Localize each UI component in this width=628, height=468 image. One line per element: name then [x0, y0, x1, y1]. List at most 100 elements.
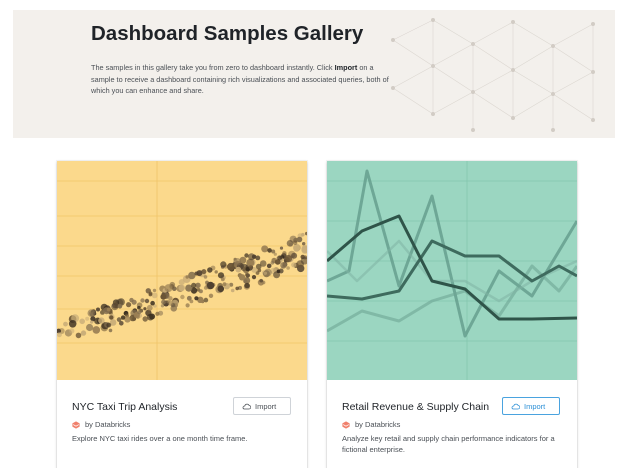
scatter-dot [261, 245, 269, 253]
scatter-dot [267, 248, 272, 253]
scatter-dot [75, 332, 82, 339]
scatter-dot [137, 310, 142, 315]
scatter-dot [203, 275, 208, 279]
scatter-dot [194, 296, 199, 301]
card-author: by Databricks [72, 420, 130, 429]
scatter-dot [257, 268, 262, 273]
scatter-dot [220, 265, 225, 269]
scatter-dot [263, 271, 267, 275]
scatter-dot [111, 303, 119, 311]
scatter-dot [208, 293, 214, 298]
scatter-dot [158, 310, 164, 316]
author-label: by Databricks [85, 420, 131, 429]
scatter-dot [137, 305, 141, 310]
scatter-dot [235, 266, 242, 273]
scatter-dot [302, 242, 306, 246]
scatter-dot [214, 270, 218, 274]
scatter-dot [206, 281, 215, 290]
scatter-dot [293, 245, 300, 252]
import-button[interactable]: Import [502, 397, 560, 415]
scatter-dot [185, 303, 190, 308]
scatter-dot [143, 307, 147, 311]
description-text-start: The samples in this gallery take you fro… [91, 63, 335, 72]
import-button[interactable]: Import [233, 397, 291, 415]
scatter-dot [185, 275, 189, 279]
scatter-dot [68, 320, 77, 328]
scatter-dot [144, 298, 150, 304]
card-title: NYC Taxi Trip Analysis [72, 401, 178, 413]
scatter-dot [106, 322, 112, 328]
gallery-header: Dashboard Samples Gallery The samples in… [13, 10, 615, 138]
scatter-dot [233, 258, 242, 266]
scatter-dot [86, 323, 94, 332]
scatter-dot [279, 246, 284, 250]
nyc-taxi-preview-image [57, 161, 307, 380]
import-label: Import [255, 401, 277, 411]
databricks-icon [342, 420, 350, 429]
scatter-dot [227, 262, 235, 271]
scatter-dot [217, 285, 225, 293]
scatter-dot [266, 263, 272, 269]
scatter-dot [151, 292, 158, 299]
card-title: Retail Revenue & Supply Chain [342, 401, 490, 413]
scatter-dot [188, 271, 196, 280]
scatter-dot [203, 297, 209, 303]
scatter-dot [244, 282, 250, 289]
network-decoration [391, 18, 595, 132]
scatter-dot [255, 263, 262, 270]
scatter-dot [166, 299, 170, 304]
scatter-dot [85, 316, 90, 321]
scatter-dot [152, 288, 157, 293]
scatter-dot [222, 282, 227, 287]
scatter-dot [90, 320, 94, 324]
scatter-dot [150, 300, 155, 306]
scatter-dot [148, 292, 153, 297]
scatter-dot [248, 253, 255, 261]
scatter-dot [146, 304, 153, 311]
scatter-dot [248, 265, 253, 270]
scatter-dot [284, 255, 293, 263]
scatter-dot [282, 251, 287, 256]
author-label: by Databricks [355, 420, 401, 429]
scatter-dot [57, 332, 62, 338]
scatter-dot [238, 285, 242, 290]
scatter-dot [251, 275, 257, 280]
scatter-dot [164, 284, 173, 293]
scatter-dot [243, 279, 248, 284]
scatter-dot [92, 326, 101, 334]
scatter-dot [191, 282, 197, 288]
scatter-dot [286, 266, 290, 270]
scatter-dot [277, 255, 283, 261]
card-author: by Databricks [342, 420, 400, 429]
scatter-dot [69, 328, 75, 334]
scatter-dot [63, 321, 68, 327]
scatter-dot [109, 315, 114, 320]
scatter-dot [259, 278, 263, 283]
scatter-dot [142, 316, 148, 322]
scatter-dot [80, 330, 87, 336]
scatter-dot [87, 309, 95, 317]
scatter-dot [255, 255, 261, 261]
retail-revenue-preview-image [327, 161, 577, 380]
scatter-dot [230, 288, 235, 293]
scatter-dot [180, 294, 185, 300]
scatter-dot [136, 315, 140, 319]
card-description: Explore NYC taxi rides over a one month … [72, 434, 248, 443]
scatter-dot [140, 298, 145, 303]
scatter-dot [286, 240, 294, 247]
scatter-dot [178, 284, 185, 292]
scatter-dot [160, 304, 165, 308]
sample-card-nyc-taxi[interactable]: NYC Taxi Trip Analysis Import by Databri… [57, 161, 307, 468]
scatter-dot [160, 293, 167, 300]
scatter-dot [217, 272, 225, 279]
description-import-keyword: Import [334, 63, 358, 72]
databricks-icon [72, 420, 80, 429]
scatter-dot [96, 307, 100, 312]
page-title: Dashboard Samples Gallery [91, 22, 364, 45]
scatter-dot [161, 299, 166, 305]
card-description: Analyze key retail and supply chain perf… [342, 434, 555, 454]
scatter-dot [106, 307, 111, 312]
gallery-description: The samples in this gallery take you fro… [91, 62, 391, 97]
sample-card-retail-revenue[interactable]: Retail Revenue & Supply Chain Import by … [327, 161, 577, 468]
scatter-dot [198, 289, 203, 294]
